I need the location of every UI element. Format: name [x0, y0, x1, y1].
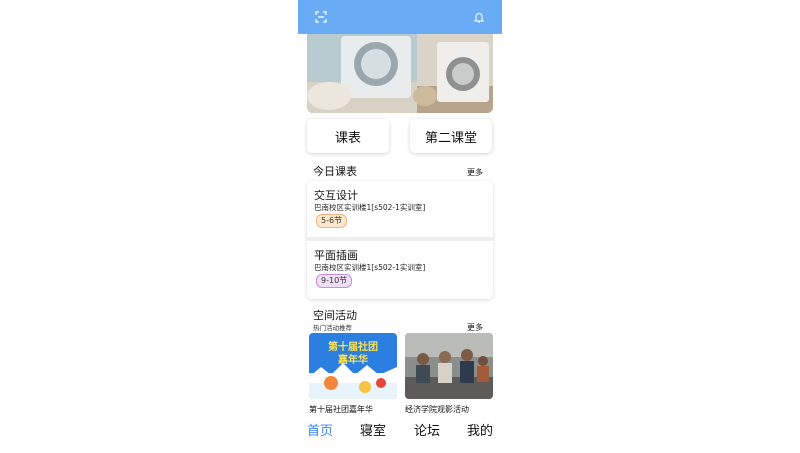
poster-headline-line1: 第十届社团 — [328, 340, 378, 353]
nav-mine-tab[interactable]: 我的 — [467, 420, 493, 439]
poster-headline-line2: 嘉年华 — [337, 353, 368, 366]
course-name: 交互设计 — [314, 189, 358, 202]
activities-more-link[interactable]: 更多 — [467, 322, 483, 333]
phone-screen: 课表 第二课堂 今日课表 更多 交互设计 巴南校区实训楼1[s502-1实训室]… — [298, 0, 502, 453]
course-location: 巴南校区实训楼1[s502-1实训室] — [314, 263, 426, 272]
bell-icon[interactable] — [473, 11, 485, 23]
top-bar — [298, 0, 502, 34]
activity-caption: 经济学院观影活动 — [405, 405, 469, 414]
today-schedule-title: 今日课表 — [313, 165, 357, 178]
course-card[interactable]: 平面插画 巴南校区实训楼1[s502-1实训室] 9-10节 — [307, 241, 493, 299]
activities-title: 空间活动 — [313, 309, 357, 322]
course-name: 平面插画 — [314, 249, 358, 262]
activity-caption: 第十届社团嘉年华 — [309, 405, 373, 414]
activity-photo-movie[interactable] — [405, 333, 493, 399]
activities-subtitle: 热门活动推荐 — [313, 324, 352, 332]
course-card[interactable]: 交互设计 巴南校区实训楼1[s502-1实训室] 5-6节 — [307, 181, 493, 237]
nav-dorm-tab[interactable]: 寝室 — [360, 420, 386, 439]
today-more-link[interactable]: 更多 — [467, 167, 483, 178]
scan-icon[interactable] — [315, 11, 327, 23]
nav-home-tab[interactable]: 首页 — [307, 420, 333, 439]
course-period-badge: 5-6节 — [316, 214, 348, 228]
nav-forum-tab[interactable]: 论坛 — [414, 420, 440, 439]
banner-image[interactable] — [307, 34, 493, 113]
course-period-badge: 9-10节 — [316, 274, 353, 288]
activity-poster-carnival[interactable]: 第十届社团 嘉年华 — [309, 333, 397, 399]
course-location: 巴南校区实训楼1[s502-1实训室] — [314, 203, 426, 212]
schedule-button[interactable]: 课表 — [307, 119, 389, 153]
second-class-button[interactable]: 第二课堂 — [410, 119, 492, 153]
